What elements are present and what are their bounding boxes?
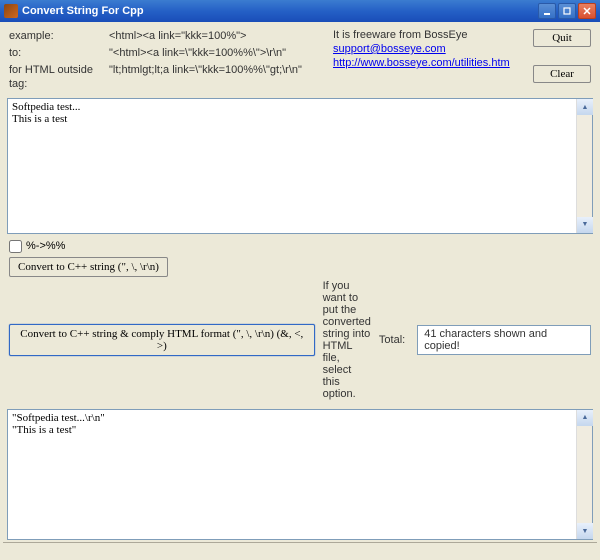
- convert-hint: If you want to put the converted string …: [323, 280, 371, 400]
- app-icon: [4, 4, 18, 18]
- scroll-up-icon[interactable]: ▲: [577, 99, 593, 115]
- input-scrollbar[interactable]: ▲ ▼: [576, 99, 592, 233]
- content-area: example: <html><a link="kkk=100%"> to: "…: [0, 22, 600, 560]
- clear-button[interactable]: Clear: [533, 65, 591, 83]
- quit-button[interactable]: Quit: [533, 29, 591, 47]
- example-label: example:: [9, 29, 109, 43]
- to-label: to:: [9, 46, 109, 60]
- titlebar: Convert String For Cpp: [0, 0, 600, 22]
- window-controls: [538, 3, 596, 19]
- html-value: "lt;htmlgt;lt;a link=\"kkk=100%%\"gt;\r\…: [109, 63, 302, 91]
- statusbar: [3, 542, 597, 557]
- scroll-down-icon[interactable]: ▼: [577, 217, 593, 233]
- percent-checkbox-label: %->%%: [26, 240, 65, 252]
- percent-checkbox[interactable]: [9, 240, 22, 253]
- window-title: Convert String For Cpp: [22, 5, 538, 17]
- output-textarea[interactable]: [8, 410, 576, 540]
- minimize-button[interactable]: [538, 3, 556, 19]
- html-label: for HTML outside tag:: [9, 63, 109, 91]
- examples-panel: example: <html><a link="kkk=100%"> to: "…: [9, 29, 323, 94]
- freeware-text: It is freeware from BossEye: [333, 29, 523, 41]
- input-textarea[interactable]: [8, 99, 576, 233]
- maximize-button[interactable]: [558, 3, 576, 19]
- controls-panel: %->%% Convert to C++ string (", \, \r\n)…: [3, 236, 597, 407]
- top-info: example: <html><a link="kkk=100%"> to: "…: [3, 25, 597, 96]
- output-scrollbar[interactable]: ▲ ▼: [576, 410, 592, 540]
- input-textarea-wrap: ▲ ▼: [7, 98, 593, 234]
- scroll-up-icon[interactable]: ▲: [577, 410, 593, 426]
- total-value: 41 characters shown and copied!: [417, 325, 591, 355]
- output-textarea-wrap: ▲ ▼: [7, 409, 593, 541]
- about-panel: It is freeware from BossEye support@boss…: [333, 29, 523, 94]
- website-link[interactable]: http://www.bosseye.com/utilities.htm: [333, 57, 523, 69]
- support-email-link[interactable]: support@bosseye.com: [333, 43, 523, 55]
- convert-cpp-html-button[interactable]: Convert to C++ string & comply HTML form…: [9, 324, 315, 356]
- close-button[interactable]: [578, 3, 596, 19]
- total-label: Total:: [379, 334, 405, 346]
- convert-cpp-button[interactable]: Convert to C++ string (", \, \r\n): [9, 257, 168, 277]
- example-value: <html><a link="kkk=100%">: [109, 29, 246, 43]
- scroll-down-icon[interactable]: ▼: [577, 523, 593, 539]
- side-buttons: Quit Clear: [533, 29, 591, 94]
- to-value: "<html><a link=\"kkk=100%%\">\r\n": [109, 46, 286, 60]
